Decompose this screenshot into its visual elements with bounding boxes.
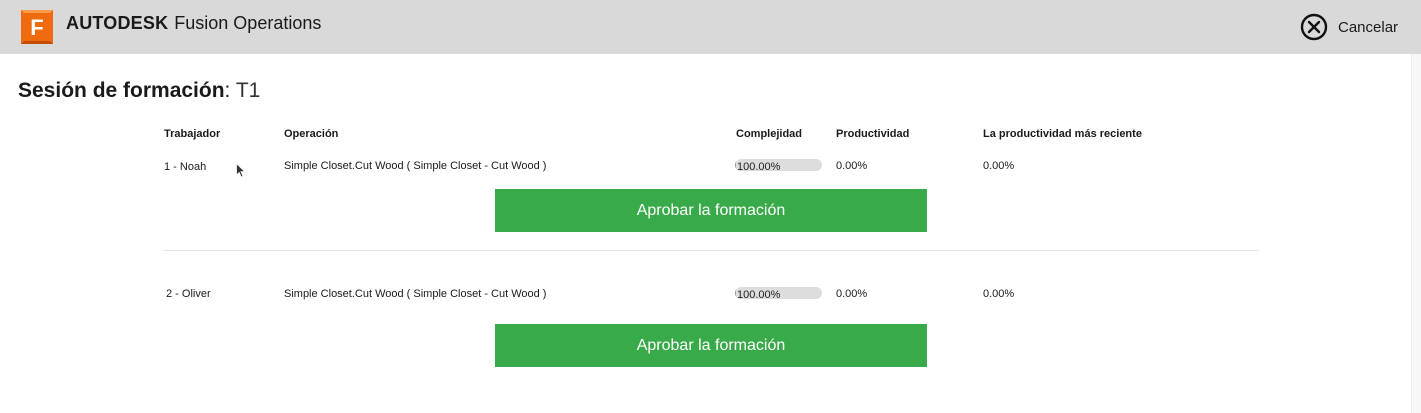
brand-product: Fusion Operations xyxy=(174,13,322,33)
top-bar: F AUTODESK Fusion Operations Cancelar xyxy=(0,0,1421,54)
column-header-productivity: Productividad xyxy=(836,128,910,140)
logo-letter: F xyxy=(30,15,43,40)
row-divider xyxy=(163,250,1259,251)
column-header-worker: Trabajador xyxy=(164,128,221,140)
column-header-complexity: Complejidad xyxy=(736,128,803,140)
recent-productivity-cell: 0.00% xyxy=(983,160,1015,172)
scrollbar-track[interactable] xyxy=(1411,54,1421,413)
brand-name: AUTODESK Fusion Operations xyxy=(66,12,321,34)
worker-cell: 1 - Noah xyxy=(164,161,207,173)
operation-cell: Simple Closet.Cut Wood ( Simple Closet -… xyxy=(284,160,547,172)
mouse-pointer-icon xyxy=(236,163,246,178)
recent-productivity-cell: 0.00% xyxy=(983,288,1015,300)
page-title: Sesión de formación: T1 xyxy=(18,78,260,104)
worker-cell: 2 - Oliver xyxy=(166,288,211,300)
complexity-progress-bar: 100.00% xyxy=(735,159,822,171)
productivity-cell: 0.00% xyxy=(836,160,868,172)
cancel-label: Cancelar xyxy=(1338,18,1399,36)
complexity-value: 100.00% xyxy=(737,289,781,299)
approve-training-button[interactable]: Aprobar la formación xyxy=(495,189,927,232)
complexity-progress-bar: 100.00% xyxy=(735,287,822,299)
approve-training-button[interactable]: Aprobar la formación xyxy=(495,324,927,367)
column-header-recent-productivity: La productividad más reciente xyxy=(983,128,1142,140)
close-circle-icon xyxy=(1300,13,1328,41)
page-title-separator: : xyxy=(224,79,236,102)
complexity-value: 100.00% xyxy=(737,161,781,171)
cancel-button[interactable]: Cancelar xyxy=(1300,13,1398,41)
brand-company: AUTODESK xyxy=(66,13,169,33)
session-name: T1 xyxy=(235,79,261,102)
column-header-operation: Operación xyxy=(284,128,339,140)
productivity-cell: 0.00% xyxy=(836,288,868,300)
operation-cell: Simple Closet.Cut Wood ( Simple Closet -… xyxy=(284,288,547,300)
fusion-logo-icon: F xyxy=(21,10,53,44)
page-title-label: Sesión de formación xyxy=(18,79,225,102)
